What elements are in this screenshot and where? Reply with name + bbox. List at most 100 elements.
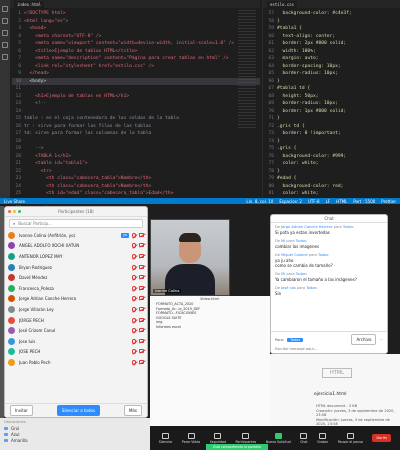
line-text[interactable]: <h1>Ejemplo de tablas en HTML</h1> <box>24 94 129 99</box>
line-text[interactable]: <link rel="stylesheet" href="estilo.css"… <box>24 64 154 69</box>
muted-mic-icon[interactable] <box>132 232 136 238</box>
code-line[interactable]: 61 border: 2px #000 solid; <box>265 40 400 48</box>
code-line[interactable]: 17 td: sirve para formar las columnas de … <box>12 130 260 138</box>
line-text[interactable]: </head> <box>24 71 49 76</box>
line-text[interactable]: } <box>277 79 280 84</box>
line-text[interactable]: #tabla1 td { <box>277 86 310 91</box>
participant-row[interactable]: José Crizom Canul <box>8 325 144 336</box>
prettier-status[interactable]: Prettier <box>381 199 396 204</box>
line-text[interactable]: <tr> <box>24 169 52 174</box>
line-text[interactable]: <head> <box>24 26 47 31</box>
code-line[interactable]: 10 <body> <box>12 77 260 85</box>
line-text[interactable]: <th class="cabecera_tabla">Nombre</th> <box>24 184 151 189</box>
more-button[interactable]: Más <box>123 405 142 416</box>
participant-row[interactable]: Jose luis <box>8 336 144 347</box>
muted-mic-icon[interactable] <box>132 264 136 270</box>
cursor-position[interactable]: Lín. 8, col. 10 <box>246 199 273 204</box>
code-line[interactable]: 21 <table id="tabla1"> <box>12 160 260 168</box>
participant-row[interactable]: Bryan Rodríguez <box>8 262 144 273</box>
eol-status[interactable]: LF <box>326 199 331 204</box>
file-list-item[interactable]: Informes excel <box>150 325 270 330</box>
participant-row[interactable]: Juan Pablo Pech <box>8 357 144 368</box>
line-text[interactable]: <meta name="description" content="Página… <box>24 56 229 61</box>
line-text[interactable]: border: 0 !important; <box>277 131 341 136</box>
line-text[interactable]: .gris { <box>277 146 296 151</box>
line-text[interactable]: #edad { <box>277 176 296 181</box>
participant-row[interactable]: Francesco_Poleza <box>8 283 144 294</box>
code-line[interactable]: 20 <TABLA 1</h2> <box>12 153 260 161</box>
line-text[interactable]: background-color: #c4e3f; <box>277 11 352 16</box>
encoding-status[interactable]: UTF-8 <box>308 199 320 204</box>
line-text[interactable]: border: 1px #000 solid; <box>277 109 347 114</box>
line-text[interactable]: #tabla1 { <box>277 26 302 31</box>
video-off-icon[interactable] <box>139 253 144 258</box>
language-status[interactable]: HTML <box>336 199 347 204</box>
code-line[interactable]: 58} <box>265 18 400 26</box>
editor-pane-html[interactable]: index.html 1 <!DOCTYPE html> 2 <html lang="… <box>10 0 260 234</box>
code-line[interactable]: 1 <!DOCTYPE html> <box>12 10 260 18</box>
code-line[interactable]: 75 .gris { <box>265 145 400 153</box>
video-off-icon[interactable] <box>139 306 144 311</box>
line-text[interactable]: <title>Ejemplo de tablas HTML</title> <box>24 49 137 54</box>
code-line[interactable]: 80 background-color: red; <box>265 183 400 191</box>
code-line[interactable]: 23 <th class="cabecera_tabla">Nombre</th… <box>12 175 260 183</box>
code-line[interactable]: 74} <box>265 138 400 146</box>
code-line[interactable]: 11 <box>12 85 260 93</box>
video-off-icon[interactable] <box>139 328 144 333</box>
code-line[interactable]: 25 <th id="edad" class="cabecera_tabla">… <box>12 190 260 198</box>
line-text[interactable]: tr : sirve para formar las filas de las … <box>24 124 151 129</box>
line-text[interactable]: border: 2px #000 solid; <box>277 41 347 46</box>
line-text[interactable]: margin: auto; <box>277 56 319 61</box>
toolbar-button[interactable]: Pausar el pausa <box>338 432 363 444</box>
line-text[interactable]: background-color: #999; <box>277 154 347 159</box>
code-line[interactable]: 3 <head> <box>12 25 260 33</box>
line-text[interactable]: <html lang="es"> <box>24 19 68 24</box>
live-share-status[interactable]: Live Share <box>4 199 25 204</box>
indent-status[interactable]: Espacios: 2 <box>279 199 302 204</box>
code-line[interactable]: 22 <tr> <box>12 168 260 176</box>
muted-mic-icon[interactable] <box>132 296 136 302</box>
code-line[interactable]: 59 #tabla1 { <box>265 25 400 33</box>
video-off-icon[interactable] <box>139 285 144 290</box>
line-text[interactable]: background-color: red; <box>277 184 344 189</box>
video-off-icon[interactable] <box>139 264 144 269</box>
files-button[interactable]: Archivo <box>351 334 377 345</box>
muted-mic-icon[interactable] <box>132 285 136 291</box>
code-line[interactable]: 60 text-align: center; <box>265 33 400 41</box>
line-text[interactable]: --> <box>24 146 43 151</box>
code-line[interactable]: 76 background-color: #999; <box>265 153 400 161</box>
participant-row[interactable]: JOSE PECH <box>8 347 144 358</box>
code-line[interactable]: 4 <meta charset="UTF-8" /> <box>12 33 260 41</box>
live-server-status[interactable]: Port : 5500 <box>353 199 375 204</box>
source-control-icon[interactable] <box>2 30 8 36</box>
tab-estilo-css[interactable]: estilo.css <box>267 0 298 8</box>
muted-mic-icon[interactable] <box>132 275 136 281</box>
more-options-icon[interactable]: ⋯ <box>379 338 383 342</box>
tab-index-html[interactable]: index.html <box>14 0 45 8</box>
invite-button[interactable]: Invitar <box>10 405 33 416</box>
code-line[interactable]: 63 margin: auto; <box>265 55 400 63</box>
toolbar-button[interactable]: Nueva Solicitud <box>266 432 291 444</box>
line-text[interactable]: <meta name="viewport" content="width=dev… <box>24 41 234 46</box>
code-line[interactable]: 68 height: 50px; <box>265 93 400 101</box>
code-line[interactable]: 66} <box>265 78 400 86</box>
code-line[interactable]: 19 --> <box>12 145 260 153</box>
code-line[interactable]: 77 color: white; <box>265 160 400 168</box>
code-line[interactable]: 79 #edad { <box>265 175 400 183</box>
finder-item[interactable]: Amarilla <box>4 437 146 443</box>
code-line[interactable]: 16 tr : sirve para formar las filas de la… <box>12 123 260 131</box>
code-line[interactable]: 69 border-radius: 10px; <box>265 100 400 108</box>
editor-pane-css[interactable]: estilo.css 57 background-color: #c4e3f; 5… <box>262 0 400 204</box>
line-text[interactable]: height: 50px; <box>277 94 319 99</box>
code-line[interactable]: 65 border-radius: 10px; <box>265 70 400 78</box>
video-off-icon[interactable] <box>139 359 144 364</box>
minimize-dot-icon[interactable] <box>13 210 16 213</box>
video-off-icon[interactable] <box>139 296 144 301</box>
code-line[interactable]: 13 <!-- <box>12 100 260 108</box>
video-off-icon[interactable] <box>139 275 144 280</box>
toolbar-button[interactable]: Seguridad <box>210 432 226 444</box>
line-text[interactable]: table : es el caja contenedora de las ce… <box>24 116 179 121</box>
muted-mic-icon[interactable] <box>132 328 136 334</box>
line-text[interactable]: <!DOCTYPE html> <box>24 11 66 16</box>
search-icon[interactable] <box>2 18 8 24</box>
